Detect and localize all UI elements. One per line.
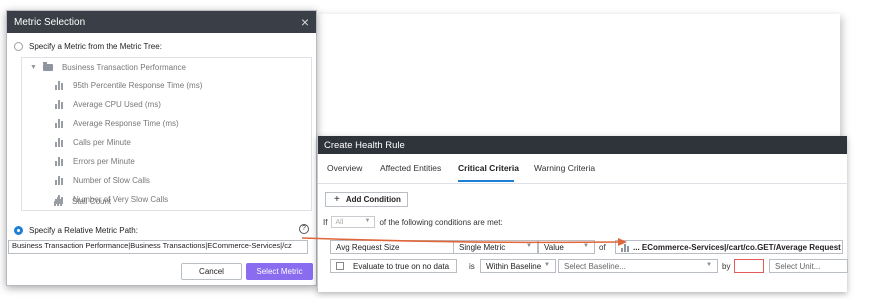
tree-item-label: Number of Slow Calls (73, 175, 150, 185)
condition-match-row: If All ▼ of the following conditions are… (323, 216, 503, 228)
tree-item-label: Average CPU Used (ms) (73, 99, 161, 109)
bar-chart-icon (55, 137, 66, 147)
chevron-down-icon: ▼ (364, 218, 371, 224)
evaluate-no-data-field[interactable]: Evaluate to true on no data (330, 259, 457, 273)
create-health-rule-panel: Create Health Rule Overview Affected Ent… (317, 136, 848, 292)
chevron-down-icon: ▼ (544, 262, 550, 268)
metric-tree-radio[interactable] (14, 42, 23, 51)
tab-critical-criteria[interactable]: Critical Criteria (458, 163, 519, 173)
metric-path-field[interactable]: ... ECommerce-Services|/cart/co.GET/Aver… (615, 240, 843, 254)
relative-path-radio-label: Specify a Relative Metric Path: (29, 226, 138, 235)
tree-item-label: Errors per Minute (73, 156, 135, 166)
metric-selection-title: Metric Selection (14, 16, 86, 28)
is-label: is (469, 262, 475, 271)
caret-down-icon[interactable]: ▼ (30, 64, 37, 71)
tab-overview[interactable]: Overview (327, 163, 362, 173)
tree-item-average-response-time[interactable]: Average Response Time (ms) (55, 117, 179, 129)
chevron-down-icon: ▼ (706, 262, 712, 268)
evaluate-no-data-label: Evaluate to true on no data (353, 261, 450, 271)
tree-item-calls-per-minute[interactable]: Calls per Minute (55, 136, 131, 148)
threshold-input[interactable] (734, 259, 764, 273)
relative-metric-path-input[interactable]: Business Transaction Performance|Busines… (8, 240, 308, 254)
tree-item-95th-percentile[interactable]: 95th Percentile Response Time (ms) (55, 79, 202, 91)
bar-chart-icon (55, 118, 66, 128)
tree-item-label: Calls per Minute (73, 137, 131, 147)
match-all-value: All (335, 218, 344, 226)
folder-icon (42, 62, 53, 71)
health-rule-title-bar: Create Health Rule (318, 136, 847, 154)
if-suffix-label: of the following conditions are met: (379, 217, 503, 227)
by-label: by (722, 262, 731, 271)
tree-root-label: Business Transaction Performance (61, 63, 186, 72)
unit-select[interactable]: Select Unit... (769, 259, 848, 273)
tree-item-stall-count[interactable]: Stall Count (54, 195, 111, 207)
bar-chart-icon (55, 175, 66, 185)
active-tab-indicator (458, 180, 514, 182)
select-metric-button[interactable]: Select Metric (246, 263, 313, 280)
baseline-select[interactable]: Select Baseline... ▼ (558, 259, 718, 273)
help-icon[interactable]: ? (299, 224, 309, 234)
option-relative-path[interactable]: Specify a Relative Metric Path: (14, 226, 138, 235)
option-metric-tree[interactable]: Specify a Metric from the Metric Tree: (14, 42, 162, 51)
close-icon[interactable]: × (301, 14, 309, 30)
plus-icon: + (334, 194, 340, 205)
tree-item-label: 95th Percentile Response Time (ms) (73, 80, 203, 90)
tree-item-label: Average Response Time (ms) (73, 118, 179, 128)
bar-chart-icon (54, 196, 65, 206)
bar-chart-icon (55, 156, 66, 166)
if-label: If (323, 217, 328, 227)
baseline-operator-select[interactable]: Within Baseline ▼ (480, 259, 556, 273)
health-rule-title: Create Health Rule (324, 139, 405, 151)
bar-chart-icon (55, 99, 66, 109)
metric-selection-dialog: Metric Selection × Specify a Metric from… (6, 10, 317, 286)
add-condition-button[interactable]: + Add Condition (325, 192, 408, 207)
bar-chart-icon (55, 80, 66, 90)
background-panel (316, 14, 840, 136)
add-condition-label: Add Condition (345, 195, 401, 204)
tree-item-label: Stall Count (72, 196, 112, 206)
match-all-select[interactable]: All ▼ (331, 216, 376, 228)
health-rule-tabs: Overview Affected Entities Critical Crit… (318, 154, 847, 184)
tree-item-average-cpu-used[interactable]: Average CPU Used (ms) (55, 98, 161, 110)
unit-placeholder: Select Unit... (775, 261, 821, 271)
tab-warning-criteria[interactable]: Warning Criteria (534, 163, 595, 173)
tree-item-number-of-slow-calls[interactable]: Number of Slow Calls (55, 174, 150, 186)
baseline-placeholder: Select Baseline... (564, 261, 626, 271)
baseline-operator-value: Within Baseline (486, 261, 542, 271)
tree-item-errors-per-minute[interactable]: Errors per Minute (55, 155, 135, 167)
tree-root-business-transaction-performance[interactable]: ▼ Business Transaction Performance (30, 62, 186, 72)
cancel-button[interactable]: Cancel (181, 263, 242, 280)
tab-affected-entities[interactable]: Affected Entities (380, 163, 441, 173)
metric-tree: ▼ Business Transaction Performance 95th … (21, 57, 312, 211)
metric-path-value: ... ECommerce-Services|/cart/co.GET/Aver… (633, 242, 843, 252)
relative-path-radio[interactable] (14, 226, 23, 235)
metric-tree-radio-label: Specify a Metric from the Metric Tree: (29, 42, 162, 51)
arrow-connector-icon (301, 237, 627, 246)
evaluate-no-data-checkbox[interactable] (336, 262, 344, 270)
metric-selection-title-bar: Metric Selection × (7, 11, 316, 33)
